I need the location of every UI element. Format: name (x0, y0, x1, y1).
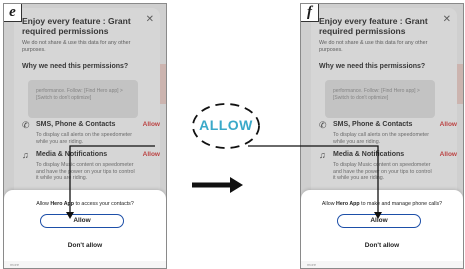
right-arrow-icon-head (230, 177, 243, 193)
panel-label: f (301, 4, 319, 22)
arrow-head-f (374, 212, 382, 219)
allow-annotation: ALLOW (190, 101, 262, 151)
connector-arrow-e (69, 145, 155, 214)
allow-label: ALLOW (199, 117, 253, 133)
arrow-head-e (66, 212, 74, 219)
panel-label: e (4, 4, 22, 22)
connector-arrow-f (248, 145, 379, 214)
